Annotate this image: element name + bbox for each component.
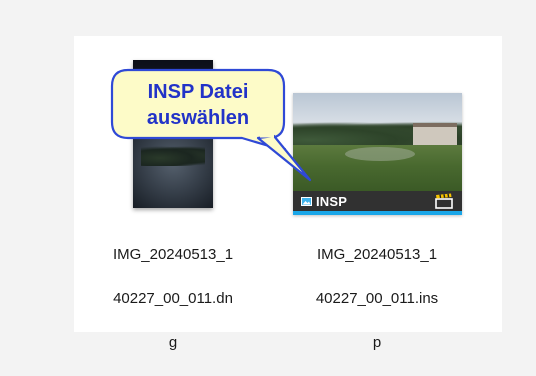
callout-line: auswählen <box>146 107 250 129</box>
file-name-line: p <box>372 334 382 351</box>
thumbnail-path <box>345 147 415 161</box>
file-name-line: IMG_20240513_1 <box>112 246 234 263</box>
file-name-dng[interactable]: IMG_20240513_1 40227_00_011.dn g <box>98 222 248 376</box>
insp-badge-label: INSP <box>316 193 348 209</box>
file-name-line: 40227_00_011.dn <box>113 290 233 307</box>
image-icon <box>301 196 312 206</box>
insp-badge: INSP <box>301 193 347 209</box>
callout-line: INSP Datei <box>147 81 249 103</box>
file-name-line: g <box>168 334 178 351</box>
insp-thumbnail[interactable]: INSP <box>293 93 462 215</box>
callout-text: INSP Datei auswählen <box>110 79 286 131</box>
file-name-line: 40227_00_011.ins <box>315 290 439 307</box>
file-name-insp[interactable]: IMG_20240513_1 40227_00_011.ins p <box>302 222 452 376</box>
clapperboard-icon <box>435 193 453 209</box>
file-name-line: IMG_20240513_1 <box>316 246 438 263</box>
insp-accent-line <box>293 211 462 215</box>
